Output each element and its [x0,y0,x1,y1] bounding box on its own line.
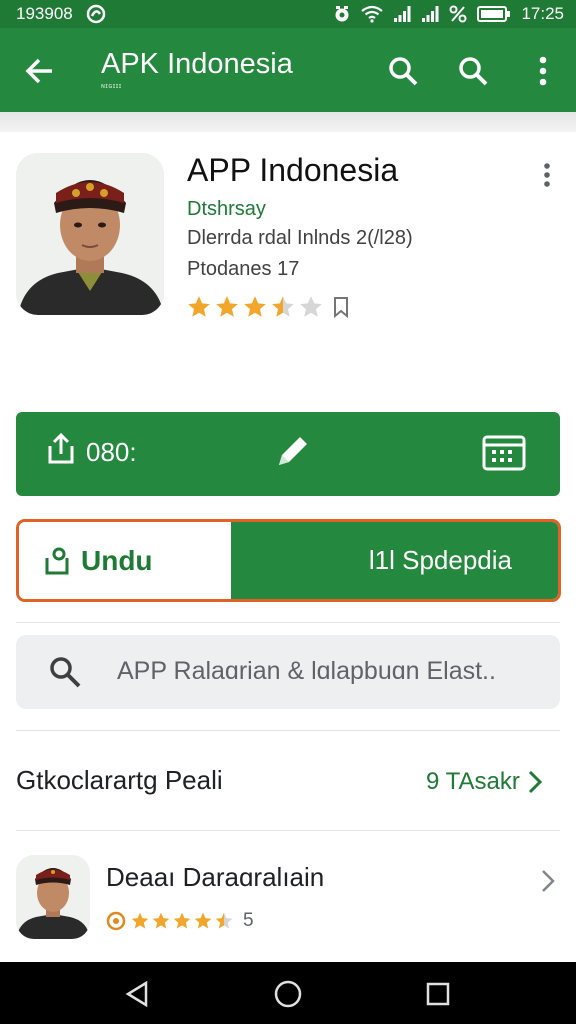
list-item[interactable]: Deaaı Daraɑralıain 5 [16,852,560,942]
list-rating-star-icon [214,911,234,931]
app-info-line: Dlerrda rdal Inlnds 2(/l28) [187,227,413,249]
share-icon [46,432,76,473]
list-item-rating: 5 [106,910,254,932]
divider [16,730,560,731]
install-row: Undu l1l Spdepdia [16,519,561,602]
section-link[interactable]: 9 TAsakr [426,768,542,796]
signal-icon [393,5,411,23]
status-left-text: 193908 [16,4,73,23]
app-rating-stars [186,294,350,320]
download-label: Undu [81,544,153,576]
person-avatar-icon [16,153,164,315]
app-bar-title: APK Indonesia [101,48,293,80]
download-icon [43,546,71,576]
chevron-right-icon [538,868,558,894]
percent-icon [449,5,467,23]
battery-icon [477,5,511,23]
edit-pencil-icon[interactable] [270,430,314,474]
list-rating-star-icon [130,911,150,931]
status-time: 17:25 [521,4,564,23]
wifi-icon [361,5,384,23]
app-bar: APK Indonesia ɴɪɢɪɪɪ [0,28,576,112]
nav-home-icon[interactable] [271,977,305,1011]
header-shadow [0,112,576,132]
open-button[interactable]: l1l Spdepdia [231,522,558,599]
more-vertical-icon[interactable] [536,160,558,190]
nav-recents-icon[interactable] [421,977,455,1011]
share-button[interactable]: 080: [46,432,137,473]
rating-star-icon [242,294,268,320]
rating-star-icon [298,294,324,320]
share-label: 080: [86,437,137,467]
bookmark-icon [332,296,350,318]
divider [16,830,560,831]
open-label: l1l Spdepdia [368,545,512,575]
person-avatar-icon [16,855,90,939]
search-icon [48,655,82,689]
back-arrow-icon[interactable] [22,54,56,88]
badge-icon [106,911,126,931]
alarm-icon [333,5,351,23]
notification-icon [85,4,107,24]
signal-icon [421,5,439,23]
rating-star-icon [214,294,240,320]
section-title: Gtkoclarartg Peali [16,765,223,795]
section-link-label: 9 TAsakr [426,768,520,795]
list-item-rating-count: 5 [243,910,254,931]
app-title: APP Indonesia [187,152,399,188]
action-bar: 080: [16,412,560,496]
chevron-right-icon [528,770,542,794]
app-developer-link[interactable]: Dtshrsay [187,198,266,221]
search-field[interactable]: APP Ralaɑrian & lɑlapbuɑn Elast.. [16,635,560,709]
rating-star-icon [186,294,212,320]
list-rating-star-icon [151,911,171,931]
list-item-name: Deaaı Daraɑralıain [106,862,325,892]
search-icon[interactable] [384,52,422,90]
search-icon[interactable] [454,52,492,90]
app-bar-subtitle: ɴɪɢɪɪɪ [101,83,122,90]
nav-back-icon[interactable] [120,977,154,1011]
screen: 193908 17:25 APK Indonesia ɴɪɢɪɪɪ APP In… [0,0,576,1024]
navigation-bar [0,962,576,1024]
status-bar: 193908 17:25 [0,0,576,28]
rating-star-icon [270,294,296,320]
search-text: APP Ralaɑrian & lɑlapbuɑn Elast.. [117,657,496,685]
divider [16,622,560,623]
calendar-icon[interactable] [480,430,528,474]
list-rating-star-icon [193,911,213,931]
list-rating-star-icon [172,911,192,931]
more-vertical-icon[interactable] [524,52,562,90]
app-downloads-line: Ptodanes 17 [187,258,300,280]
download-button[interactable]: Undu [19,522,231,599]
